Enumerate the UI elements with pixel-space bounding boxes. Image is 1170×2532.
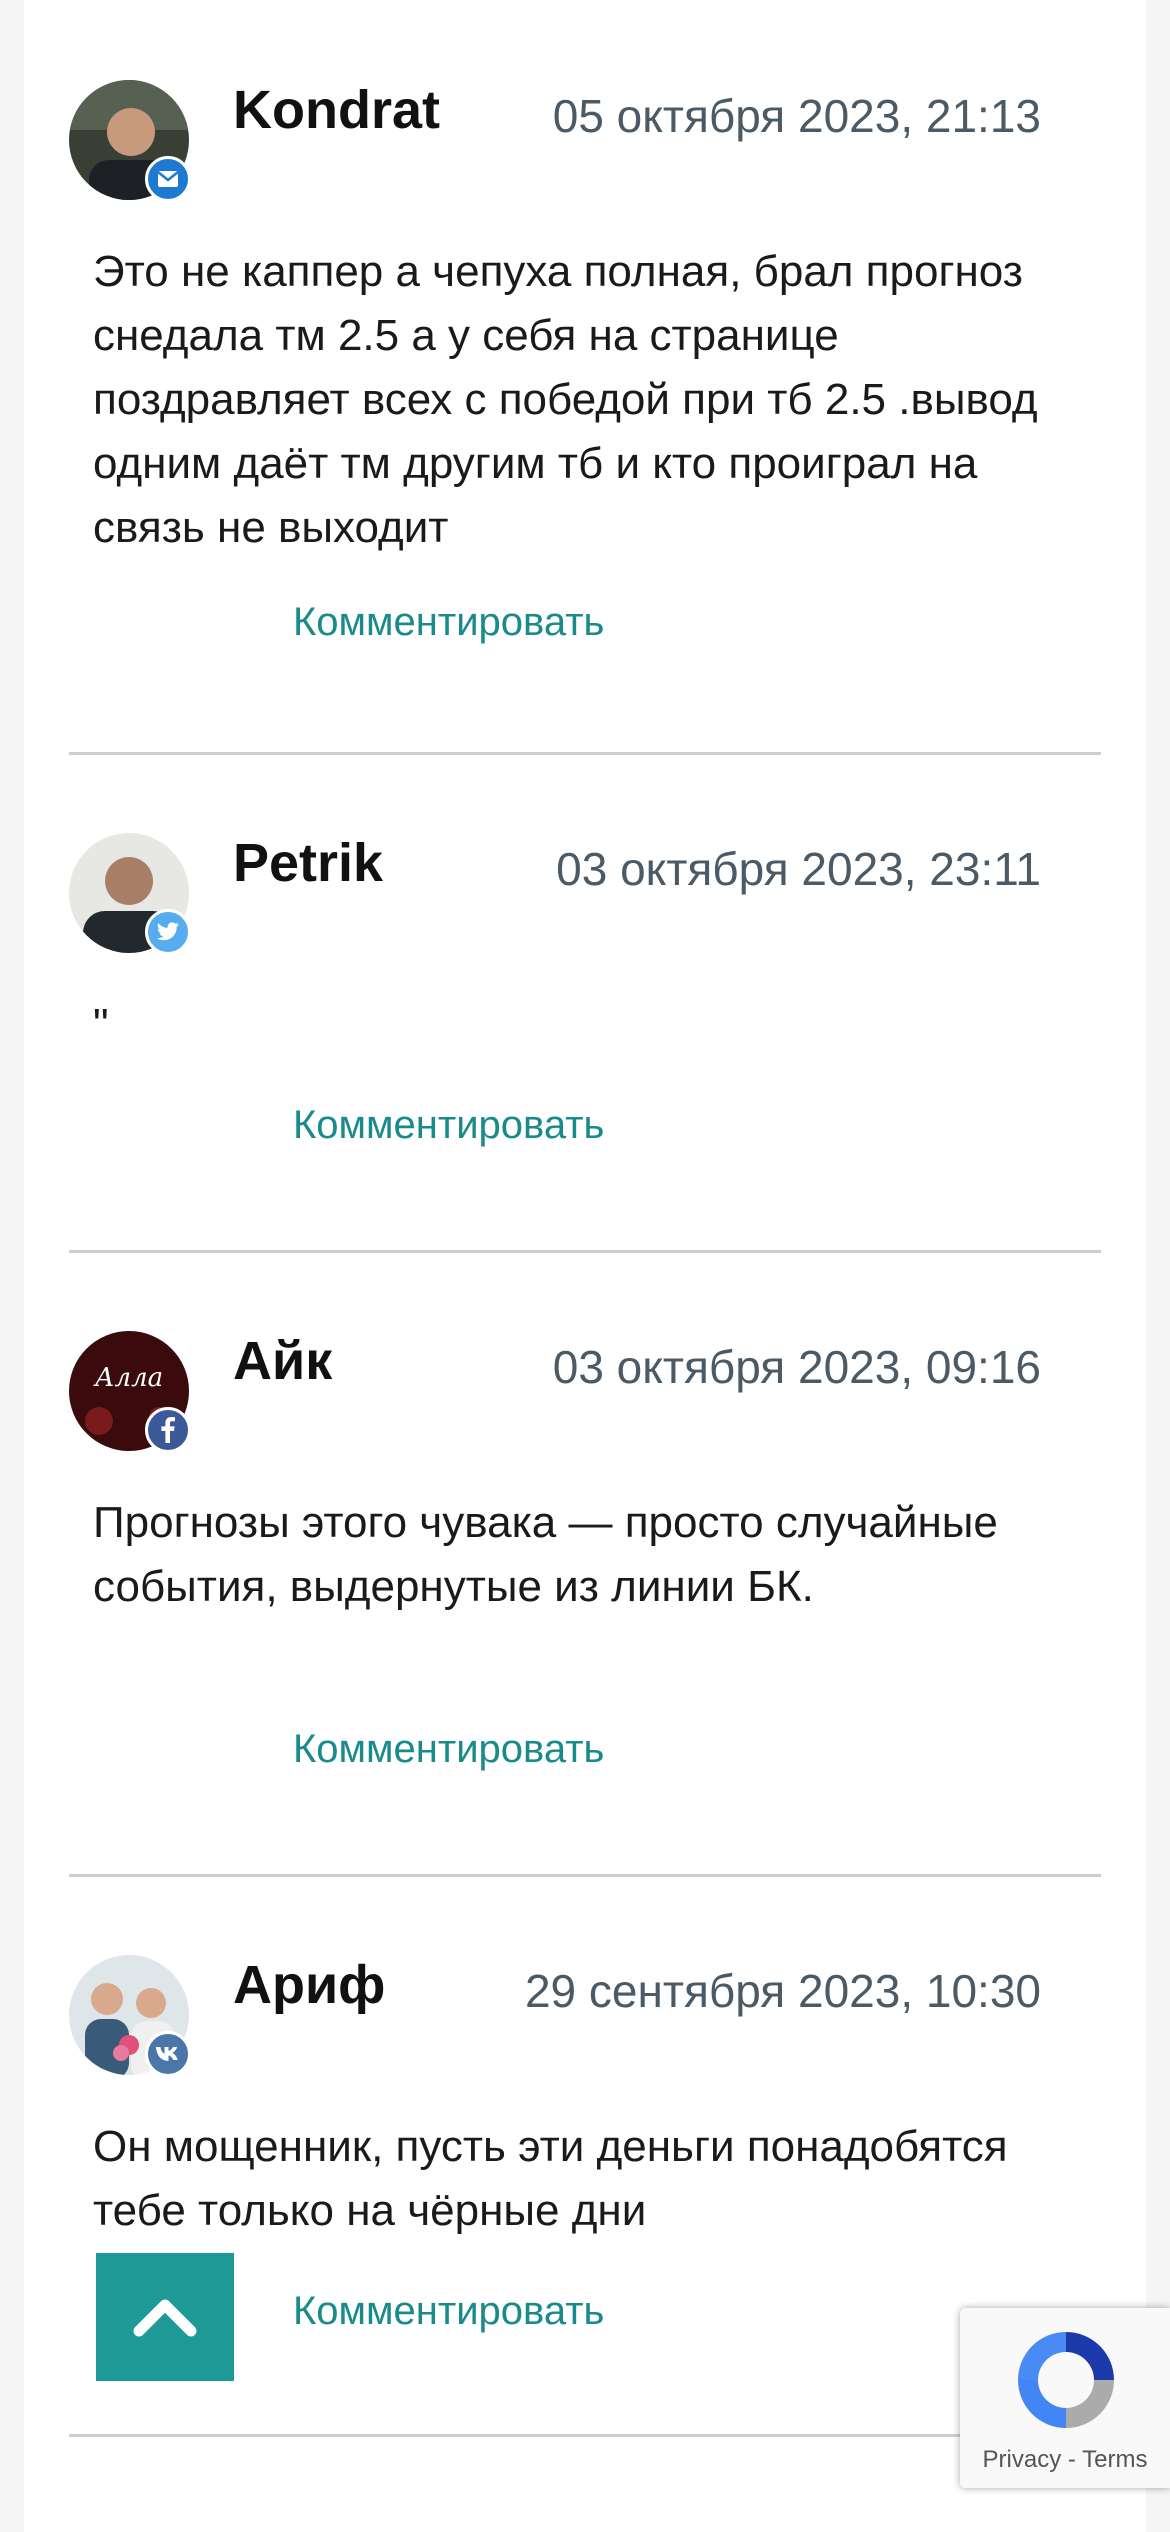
comment-date: 29 сентября 2023, 10:30 — [524, 1965, 1041, 2017]
privacy-link[interactable]: Privacy — [983, 2446, 1062, 2473]
comment-date: 05 октября 2023, 21:13 — [552, 90, 1041, 142]
chevron-up-icon — [133, 2299, 197, 2337]
reply-link[interactable]: Комментировать — [293, 1721, 604, 1777]
comment-author[interactable]: Айк — [233, 1325, 332, 1397]
recaptcha-badge[interactable]: Privacy - Terms — [960, 2308, 1170, 2488]
avatar-text: Алла — [93, 1363, 163, 1393]
reply-link[interactable]: Комментировать — [293, 1097, 604, 1153]
comment-text: Прогнозы этого чувака — просто случайные… — [93, 1498, 998, 1611]
facebook-icon — [145, 1407, 191, 1453]
links-separator: - — [1067, 2446, 1076, 2473]
twitter-icon — [145, 909, 191, 955]
vk-icon — [145, 2031, 191, 2077]
recaptcha-links: Privacy - Terms — [960, 2446, 1170, 2474]
comment-date: 03 октября 2023, 23:11 — [556, 843, 1041, 895]
scroll-top-button[interactable] — [96, 2253, 234, 2381]
recaptcha-icon — [1010, 2324, 1122, 2441]
comment-divider — [69, 1874, 1101, 1877]
comment-author[interactable]: Kondrat — [233, 74, 440, 146]
comment-divider — [69, 2434, 1101, 2437]
comment-divider — [69, 1250, 1101, 1253]
comment-text: " — [93, 1000, 109, 1049]
comment-text: Это не каппер а чепуха полная, брал прог… — [93, 247, 1038, 552]
comment-text: Он мощенник, пусть эти деньги понадобятс… — [93, 2122, 1008, 2235]
comment-divider — [69, 752, 1101, 755]
reply-link[interactable]: Комментировать — [293, 2283, 604, 2339]
mail-icon — [145, 156, 191, 202]
comment-date: 03 октября 2023, 09:16 — [552, 1341, 1041, 1393]
comment-author[interactable]: Ариф — [233, 1949, 385, 2021]
comment-author[interactable]: Petrik — [233, 827, 383, 899]
reply-link[interactable]: Комментировать — [293, 594, 604, 650]
terms-link[interactable]: Terms — [1082, 2446, 1147, 2473]
